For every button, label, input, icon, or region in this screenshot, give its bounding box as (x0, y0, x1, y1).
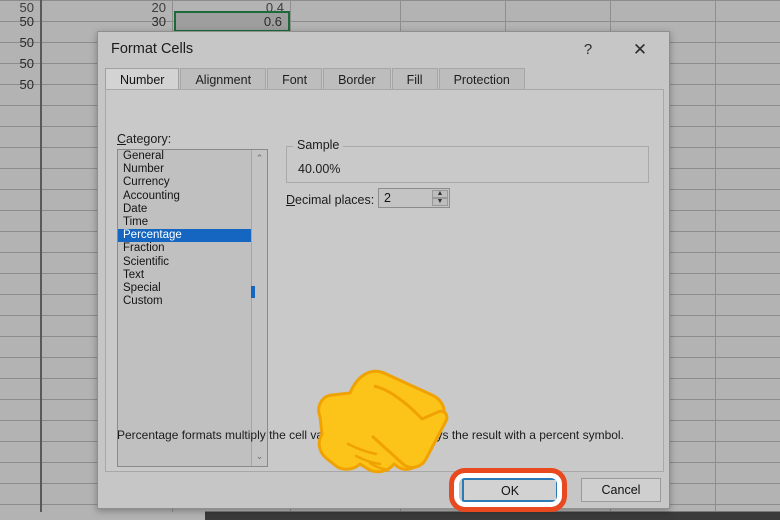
screen: 50 50 50 50 50 20 30 0.4 0.6 Format Cell… (0, 0, 780, 520)
list-item[interactable]: Scientific (118, 256, 252, 269)
dialog-title: Format Cells (111, 41, 194, 57)
format-cells-dialog: Format Cells ? ✕ Number Alignment Font B… (97, 31, 670, 509)
list-item[interactable]: Date (118, 203, 252, 216)
list-item-selected[interactable]: Percentage (118, 229, 252, 243)
sheet-cell[interactable]: 50 (0, 11, 40, 32)
tab-alignment[interactable]: Alignment (180, 68, 267, 90)
tab-number[interactable]: Number (105, 68, 180, 90)
list-item[interactable]: Accounting (118, 190, 252, 203)
tab-font[interactable]: Font (267, 68, 323, 90)
decimal-places-label-rest: ecimal places: (295, 193, 375, 207)
sample-legend: Sample (293, 138, 344, 152)
sheet-cell[interactable]: 50 (0, 53, 40, 74)
status-bar (205, 511, 780, 520)
list-item[interactable]: Special (118, 282, 252, 295)
list-item[interactable]: General (118, 150, 252, 163)
sheet-cell-selected[interactable]: 0.6 (174, 11, 290, 32)
list-item[interactable]: Time (118, 216, 252, 229)
list-item[interactable]: Fraction (118, 242, 252, 255)
sheet-cell[interactable]: 50 (0, 32, 40, 53)
chevron-down-icon[interactable]: ⌄ (252, 449, 267, 465)
tab-border[interactable]: Border (323, 68, 391, 90)
stepper-buttons: ▲ ▼ (432, 190, 448, 206)
ok-button[interactable]: OK (462, 478, 558, 502)
tab-protection[interactable]: Protection (438, 68, 525, 90)
stepper-up-icon[interactable]: ▲ (432, 190, 448, 198)
scrollbar-thumb[interactable] (251, 286, 255, 298)
grid-line (40, 0, 42, 512)
close-icon[interactable]: ✕ (621, 37, 659, 62)
list-item[interactable]: Text (118, 269, 252, 282)
category-description: Percentage formats multiply the cell val… (117, 428, 624, 442)
sample-value: 40.00% (298, 162, 341, 176)
decimal-places-input[interactable]: 2 (384, 191, 391, 205)
number-tab-panel: Category: General Number Currency Accoun… (105, 89, 664, 472)
list-item[interactable]: Currency (118, 176, 252, 189)
category-label-rest: ategory: (126, 132, 172, 146)
sheet-cell[interactable]: 50 (0, 74, 40, 95)
stepper-down-icon[interactable]: ▼ (432, 198, 448, 206)
category-label: Category: (117, 132, 172, 146)
help-icon[interactable]: ? (569, 37, 607, 62)
list-item[interactable]: Number (118, 163, 252, 176)
decimal-places-stepper[interactable]: 2 ▲ ▼ (378, 188, 450, 208)
dialog-titlebar: Format Cells ? ✕ (98, 32, 669, 66)
category-list: General Number Currency Accounting Date … (118, 150, 252, 308)
tab-fill[interactable]: Fill (391, 68, 438, 90)
dialog-tabs: Number Alignment Font Border Fill Protec… (105, 68, 664, 90)
list-item[interactable]: Custom (118, 295, 252, 308)
dialog-footer: OK Cancel (98, 470, 669, 508)
sheet-cell[interactable]: 30 (42, 11, 172, 32)
category-listbox[interactable]: General Number Currency Accounting Date … (117, 149, 268, 467)
category-scrollbar[interactable]: ⌃ ⌄ (251, 150, 267, 466)
cancel-button[interactable]: Cancel (581, 478, 661, 502)
grid-line (715, 0, 716, 512)
chevron-up-icon[interactable]: ⌃ (252, 151, 267, 167)
decimal-places-label: Decimal places: (286, 193, 375, 207)
